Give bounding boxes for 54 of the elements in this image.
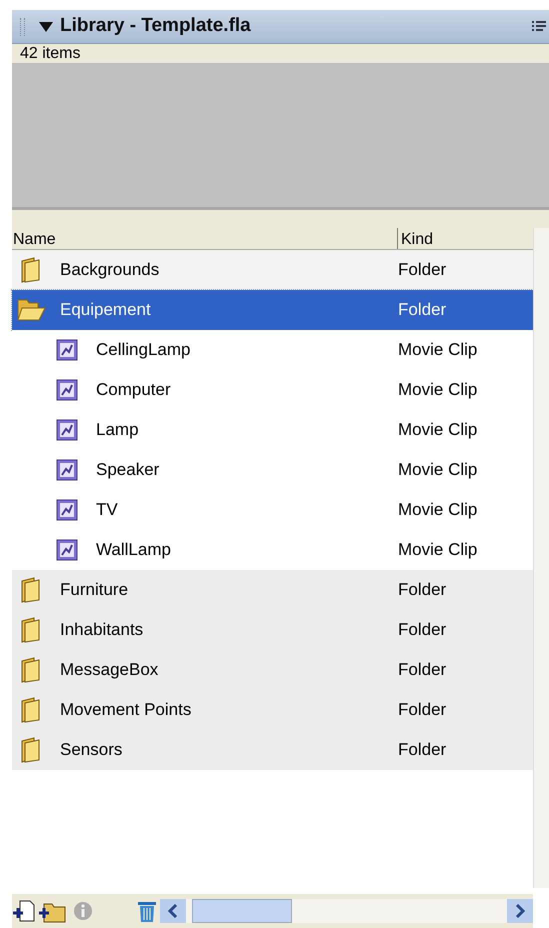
item-name: Furniture: [60, 579, 128, 602]
library-item[interactable]: MessageBox Folder: [12, 650, 533, 690]
scroll-left-button[interactable]: [160, 899, 186, 923]
column-header[interactable]: Kind: [398, 228, 533, 249]
item-name: TV: [96, 499, 118, 522]
movie-clip-icon: [56, 499, 78, 521]
chevron-right-icon: [515, 904, 525, 918]
movie-clip-icon: [56, 419, 78, 441]
item-kind: Movie Clip: [397, 339, 478, 362]
item-name: Inhabitants: [60, 619, 144, 642]
item-name: Computer: [96, 379, 171, 402]
grip-icon: [20, 18, 25, 36]
column-header[interactable]: Name: [12, 228, 398, 249]
item-name: MessageBox: [60, 659, 158, 682]
panel-header[interactable]: Library - Template.fla: [12, 10, 549, 44]
chevron-left-icon: [168, 904, 178, 918]
library-item[interactable]: Sensors Folder: [12, 730, 533, 770]
item-name: Speaker: [96, 459, 160, 482]
movie-clip-icon: [56, 379, 78, 401]
item-kind: Folder: [397, 699, 446, 722]
item-kind: Movie Clip: [397, 499, 478, 522]
item-kind: Folder: [397, 739, 446, 762]
item-name: Equipement: [60, 299, 151, 322]
item-count: 42 items: [19, 44, 80, 64]
collapse-triangle-icon[interactable]: [39, 20, 53, 32]
item-kind: Movie Clip: [397, 539, 478, 562]
item-kind: Movie Clip: [397, 459, 478, 482]
item-kind: Movie Clip: [397, 419, 478, 442]
library-item[interactable]: Backgrounds Folder: [12, 250, 533, 290]
library-item[interactable]: Equipement Folder: [12, 290, 533, 330]
item-name: Movement Points: [60, 699, 192, 722]
item-kind: Movie Clip: [397, 379, 478, 402]
library-item[interactable]: Inhabitants Folder: [12, 610, 533, 650]
item-name: Sensors: [60, 739, 122, 762]
scroll-thumb[interactable]: [192, 899, 292, 923]
scroll-right-button[interactable]: [507, 899, 533, 923]
movie-clip-icon: [56, 459, 78, 481]
library-item[interactable]: Furniture Folder: [12, 570, 533, 610]
item-name: CellingLamp: [96, 339, 190, 362]
item-kind: Folder: [397, 619, 446, 642]
panel-title: Library - Template.fla: [60, 14, 251, 38]
open-folder-icon: [16, 297, 46, 323]
new-symbol-icon[interactable]: [12, 899, 36, 923]
library-item[interactable]: Movement Points Folder: [12, 690, 533, 730]
movie-clip-icon: [56, 339, 78, 361]
item-name: Backgrounds: [60, 259, 160, 282]
item-kind: Folder: [397, 659, 446, 682]
item-name: Lamp: [96, 419, 139, 442]
item-kind: Folder: [397, 299, 446, 322]
item-name: WallLamp: [96, 539, 171, 562]
item-kind: Folder: [397, 579, 446, 602]
item-kind: Folder: [397, 259, 446, 282]
movie-clip-icon: [56, 539, 78, 561]
trash-icon[interactable]: [136, 899, 158, 923]
